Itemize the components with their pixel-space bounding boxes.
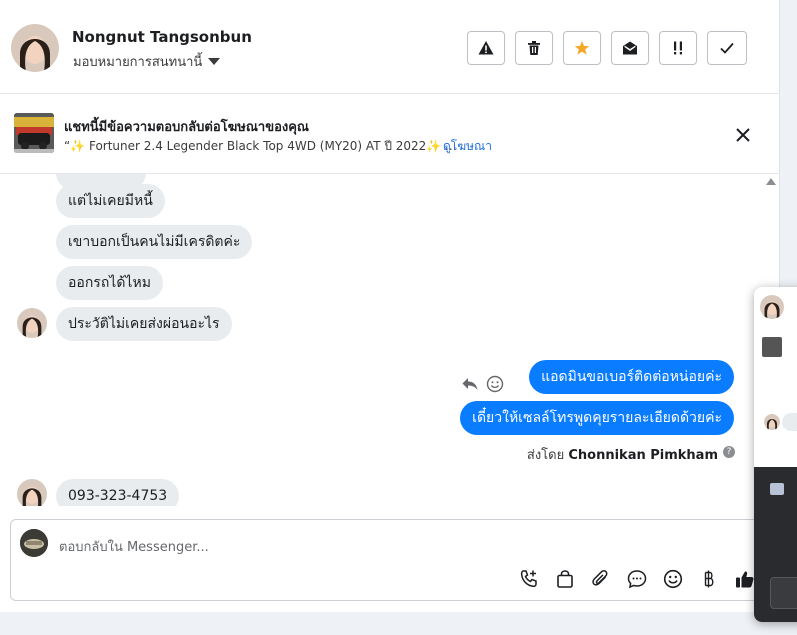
checkmark-icon — [720, 42, 734, 54]
message-bubble-incoming: ประวัติไม่เคยส่งผ่อนอะไร — [56, 307, 232, 341]
ad-banner-title: แชทนี้มีข้อความตอบกลับต่อโฆษณาของคุณ — [64, 120, 309, 135]
chevron-down-icon — [208, 58, 221, 65]
contact-avatar[interactable] — [11, 24, 59, 72]
ad-reply-banner: แชทนี้มีข้อความตอบกลับต่อโฆษณาของคุณ “✨ … — [0, 94, 779, 174]
star-icon — [574, 41, 590, 55]
double-exclamation-icon — [674, 41, 682, 55]
thumbs-up-icon[interactable] — [734, 568, 756, 590]
important-button[interactable] — [659, 31, 697, 65]
app-icon — [770, 483, 784, 495]
ad-thumbnail[interactable] — [14, 113, 54, 153]
message-bubble-outgoing: แอดมินขอเบอร์ติดต่อหน่อยค่ะ — [529, 360, 734, 394]
message-bubble-incoming: ออกรถได้ไหม — [56, 266, 163, 300]
paperclip-icon[interactable] — [590, 568, 612, 590]
warning-icon — [478, 41, 494, 55]
baht-icon[interactable] — [698, 568, 720, 590]
info-icon[interactable]: ? — [723, 446, 735, 458]
sent-by-label: ส่งโดย Chonnikan Pimkham — [527, 444, 718, 465]
call-icon[interactable] — [518, 568, 540, 590]
open-envelope-icon — [623, 41, 637, 55]
contact-avatar-small — [764, 414, 780, 430]
assign-label: มอบหมายการสนทนานี้ — [73, 55, 203, 70]
message-bubble-incoming: แต่ไม่เคยมีหนี้ — [56, 184, 165, 218]
contact-avatar-small — [760, 295, 784, 319]
emoji-icon[interactable] — [662, 568, 684, 590]
shopping-bag-icon[interactable] — [554, 568, 576, 590]
view-ad-link[interactable]: ดูโฆษณา — [443, 137, 492, 156]
contact-avatar-small[interactable] — [17, 308, 47, 338]
star-button[interactable] — [563, 31, 601, 65]
contact-avatar-small[interactable] — [17, 479, 47, 506]
delete-button[interactable] — [515, 31, 553, 65]
close-icon — [736, 128, 750, 142]
toast-button[interactable] — [770, 577, 797, 609]
sent-by-prefix: ส่งโดย — [526, 448, 565, 463]
scroll-up-arrow[interactable] — [766, 178, 776, 185]
reply-composer[interactable]: ตอบกลับใน Messenger... — [10, 519, 768, 601]
conversation-panel: Nongnut Tangsonbun มอบหมายการสนทนานี้ แช… — [0, 0, 780, 612]
side-popup-window[interactable] — [754, 287, 797, 622]
react-emoji-icon[interactable] — [486, 375, 504, 393]
dark-toast-panel — [754, 467, 797, 622]
reply-input[interactable]: ตอบกลับใน Messenger... — [59, 536, 209, 557]
message-thread[interactable]: แต่ไม่เคยมีหนี้ เขาบอกเป็นคนไม่มีเครดิตค… — [0, 174, 766, 506]
ad-thumbnail — [762, 337, 782, 357]
message-bubble-outgoing: เดี๋ยวให้เซลล์โทรพูดคุยรายละเอียดด้วยค่ะ — [460, 401, 734, 435]
page-avatar — [20, 529, 48, 557]
report-button[interactable] — [467, 31, 505, 65]
assign-conversation-dropdown[interactable]: มอบหมายการสนทนานี้ — [73, 51, 221, 72]
ad-banner-subtitle: “✨ Fortuner 2.4 Legender Black Top 4WD (… — [64, 139, 457, 153]
contact-name[interactable]: Nongnut Tangsonbun — [72, 28, 252, 46]
conversation-header: Nongnut Tangsonbun มอบหมายการสนทนานี้ — [0, 0, 779, 94]
mark-unread-button[interactable] — [611, 31, 649, 65]
reply-icon[interactable] — [461, 375, 479, 393]
sent-by-name: Chonnikan Pimkham — [568, 448, 718, 463]
message-bubble-incoming: เขาบอกเป็นคนไม่มีเครดิตค่ะ — [56, 225, 253, 259]
done-button[interactable] — [707, 31, 747, 65]
close-banner-button[interactable] — [733, 125, 753, 145]
trash-icon — [528, 41, 540, 55]
chat-bubble-icon[interactable] — [626, 568, 648, 590]
message-bubble-incoming: 093-323-4753 — [56, 479, 180, 506]
message-bubble-incoming — [782, 413, 797, 431]
